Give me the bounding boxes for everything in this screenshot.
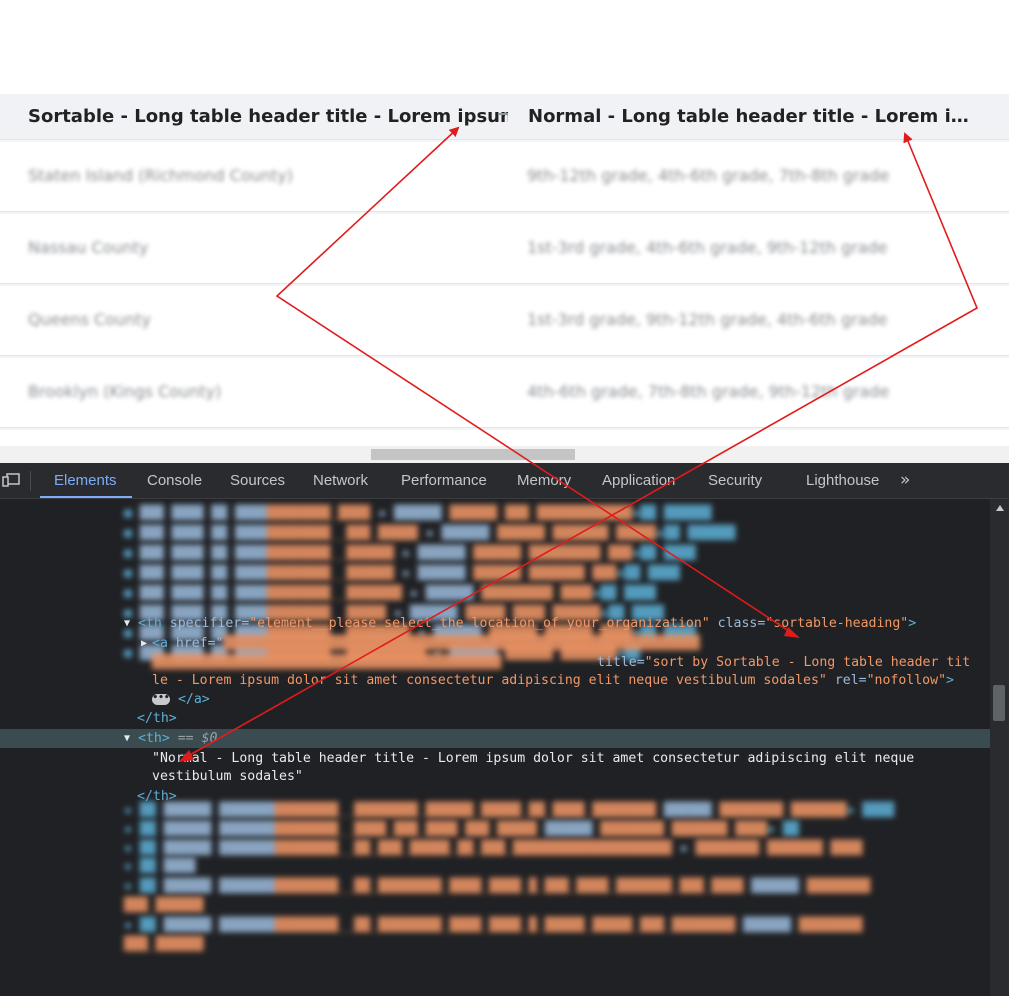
dom-node-blurred[interactable]: ▪ ██ ████ [124, 857, 990, 876]
anchor-open-tag: <a [152, 636, 168, 651]
tab-security[interactable]: Security [708, 463, 762, 498]
sortable-header-label[interactable]: Sortable - Long table header title - Lor… [28, 106, 508, 127]
dom-text-node-cont: vestibulum sodales" [0, 767, 990, 786]
page-whitespace [0, 0, 1009, 94]
dom-node-th-close: </th> [0, 709, 990, 728]
active-tab-indicator [40, 496, 132, 498]
dom-node-th-sortable[interactable]: ▼ <th specifier="element__please_select_… [0, 614, 990, 633]
device-toolbar-icon[interactable] [2, 473, 20, 487]
dom-node-blurred[interactable]: ■ ███ ████ ██ ████████████__██████ ▪ ███… [124, 564, 990, 583]
attr-specifier-value: "element__please_select_the_location_of_… [249, 616, 710, 631]
th-close-tag: </th> [137, 711, 177, 726]
collapse-triangle-icon[interactable]: ▶ [141, 634, 147, 653]
dom-node-anchor-close: ••• </a> [0, 690, 990, 709]
horizontal-scrollbar-thumb[interactable] [371, 449, 575, 460]
tab-memory[interactable]: Memory [517, 463, 571, 498]
tab-console[interactable]: Console [147, 463, 202, 498]
tab-performance[interactable]: Performance [401, 463, 487, 498]
dom-node-blurred[interactable]: ■ ███ ████ ██ ████████████__██████ ▪ ███… [124, 544, 990, 563]
tab-lighthouse[interactable]: Lighthouse [806, 463, 879, 498]
vertical-scrollbar-thumb[interactable] [993, 685, 1005, 721]
devtools-tab-bar: Elements Console Sources Network Perform… [0, 463, 1009, 499]
attr-title-value-line2: le - Lorem ipsum dolor sit amet consecte… [152, 673, 827, 688]
table-cell-location: Staten Island (Richmond County) [28, 166, 293, 185]
tab-network[interactable]: Network [313, 463, 368, 498]
th-open-tag: <th [138, 616, 162, 631]
table-cell-location: Brooklyn (Kings County) [28, 382, 222, 401]
sortable-column-header[interactable]: Sortable - Long table header title - Lor… [28, 94, 508, 139]
anchor-close-tag: </a> [177, 692, 210, 707]
toolbar-divider [30, 471, 31, 491]
table-row: Nassau County 1st-3rd grade, 4th-6th gra… [0, 212, 1009, 284]
dom-node-blurred[interactable]: ▪ ██ ██████ ███████████████__██_████████… [124, 916, 990, 935]
dom-node-th-normal-selected[interactable]: ▼ <th> == $0 [0, 729, 990, 748]
row-divider [0, 428, 1009, 430]
dom-node-blurred[interactable]: ■ ███ ████ ██ ████████████__███████ ▪ ██… [124, 584, 990, 603]
sort-icon[interactable] [498, 113, 508, 115]
devtools-panel: Elements Console Sources Network Perform… [0, 463, 1009, 996]
attr-rel: rel [834, 673, 859, 688]
attr-href: href [175, 636, 208, 651]
table-cell-location: Queens County [28, 310, 151, 329]
scroll-up-arrow-icon[interactable] [996, 505, 1004, 511]
table-row-partial [0, 428, 1009, 446]
attr-title: title [597, 655, 637, 670]
console-reference-label: == $0 [177, 731, 218, 746]
vertical-scrollbar[interactable] [990, 499, 1009, 996]
href-value-redacted: ████████████████████████████████████████… [152, 655, 502, 670]
tab-application[interactable]: Application [602, 463, 675, 498]
table-row: Brooklyn (Kings County) 4th-6th grade, 7… [0, 356, 1009, 428]
row-divider [0, 356, 1009, 358]
normal-column-header: Normal - Long table header title - Lorem… [528, 106, 978, 127]
attr-title-value-line1: "sort by Sortable - Long table header ti… [644, 655, 971, 670]
elements-dom-tree: ■ ███ ████ ██ ████████████_████ ▪ ██████… [0, 499, 990, 996]
ellipsis-expand-icon[interactable]: ••• [152, 693, 170, 705]
more-tabs-icon[interactable]: » [900, 463, 910, 498]
dom-node-anchor-title: ████████████████████████████████████████… [152, 655, 971, 670]
dom-node-blurred[interactable]: ▪ ██ ██████ ███████████████__██_███_████… [124, 839, 990, 858]
table-cell-grades: 9th-12th grade, 4th-6th grade, 7th-8th g… [527, 166, 890, 185]
th-open-tag: <th> [138, 731, 170, 746]
table-cell-grades: 1st-3rd grade, 4th-6th grade, 9th-12th g… [527, 238, 888, 257]
dom-node-blurred[interactable]: ▪ ██ ██████ ███████████████__████_███_██… [124, 820, 990, 839]
dom-node-blurred[interactable]: ███_██████ [124, 935, 990, 954]
dom-node-blurred[interactable]: ■ ███ ████ ██ ████████████_████ ▪ ██████… [124, 504, 990, 523]
th-text-line2: vestibulum sodales" [152, 769, 303, 784]
dom-text-node[interactable]: "Normal - Long table header title - Lore… [0, 749, 990, 768]
table-cell-location: Nassau County [28, 238, 149, 257]
table-cell-grades: 4th-6th grade, 7th-8th grade, 9th-12th g… [527, 382, 890, 401]
dom-node-blurred[interactable]: ■ ███ ████ ██ ████████████__███_█████ ▪ … [124, 524, 990, 543]
dom-node-anchor-title-cont: le - Lorem ipsum dolor sit amet consecte… [152, 673, 954, 688]
href-value-redacted: ████████████████████████████████████████… [223, 636, 700, 651]
attr-rel-value: "nofollow" [866, 673, 947, 688]
table-cell-grades: 1st-3rd grade, 9th-12th grade, 4th-6th g… [527, 310, 888, 329]
row-divider [0, 284, 1009, 286]
tab-elements[interactable]: Elements [54, 463, 117, 498]
attr-class: class [717, 616, 758, 631]
attr-class-value: "sortable-heading" [765, 616, 909, 631]
table-header-row: Sortable - Long table header title - Lor… [0, 94, 1009, 140]
expand-triangle-icon[interactable]: ▼ [124, 614, 130, 633]
horizontal-scrollbar[interactable] [0, 446, 1009, 463]
dom-node-blurred[interactable]: ███_██████ [124, 896, 990, 915]
table-row: Staten Island (Richmond County) 9th-12th… [0, 140, 1009, 212]
expand-triangle-icon[interactable]: ▼ [124, 729, 130, 748]
th-text-line1: "Normal - Long table header title - Lore… [152, 751, 915, 766]
row-divider [0, 140, 1009, 142]
dom-node-blurred[interactable]: ▪ ██ ██████ ███████████████__██_████████… [124, 877, 990, 896]
row-divider [0, 212, 1009, 214]
th-close-bracket: > [908, 616, 917, 631]
dom-node-blurred[interactable]: ▪ ██ ██████ ███████████████__████████_██… [124, 801, 990, 820]
tab-sources[interactable]: Sources [230, 463, 285, 498]
attr-specifier: specifier [169, 616, 242, 631]
table-row: Queens County 1st-3rd grade, 9th-12th gr… [0, 284, 1009, 356]
dom-node-anchor[interactable]: ▶ <a href="█████████████████████████████… [0, 634, 990, 653]
